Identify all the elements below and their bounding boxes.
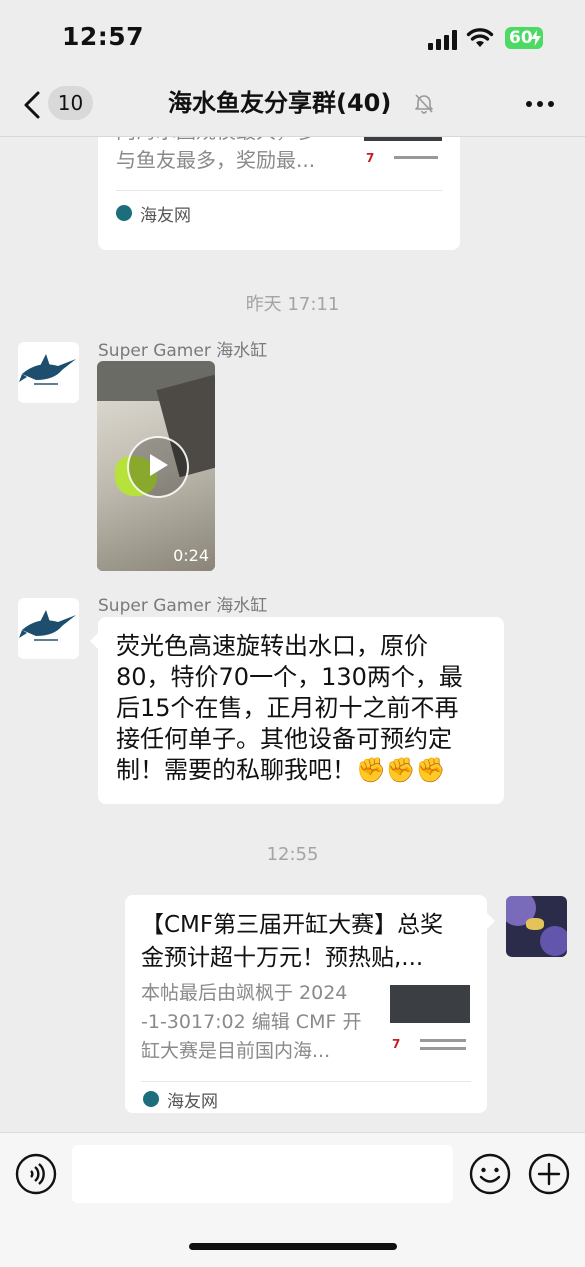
card-snippet-line2: 与鱼友最多，奖励最... [116,148,316,172]
unread-count-badge[interactable]: 10 [48,86,93,120]
card-desc-line1: 本帖最后由飒枫于 2024 [141,982,348,1004]
card-snippet-line1: 内海水圈规模最大，参 [116,137,316,146]
text-message-bubble[interactable]: 荧光色高速旋转出水口，原价 80，特价70一个，130两个，最 后15个在售，正… [90,617,504,804]
video-duration: 0:24 [173,546,209,565]
time-divider: 昨天 17:11 [245,294,340,315]
card-title-line1: 【CMF第三届开缸大赛】总奖 [141,912,444,938]
status-time: 12:57 [62,22,145,51]
message-line: 荧光色高速旋转出水口，原价 [116,632,428,660]
battery-indicator: 60 [505,27,543,49]
chat-header: 10 海水鱼友分享群(40) [0,80,585,137]
card-title-line2: 金预计超十万元！预热贴,... [141,945,424,971]
avatar[interactable] [18,598,79,659]
sender-name: Super Gamer 海水缸 [98,341,268,361]
avatar[interactable] [18,342,79,403]
my-avatar[interactable] [506,896,567,957]
source-logo-icon [143,1091,159,1107]
message-line: 80，特价70一个，130两个，最 [116,663,463,691]
card-source: 海友网 [167,1092,218,1112]
battery-level: 60 [509,28,533,48]
message-line: 接任何单子。其他设备可预约定 [116,725,452,753]
more-options-icon[interactable] [525,100,555,108]
cellular-signal-icon [428,30,457,50]
card-source: 海友网 [140,206,191,226]
charging-bolt-icon [531,30,541,46]
chat-title: 海水鱼友分享群(40) [168,89,392,117]
shared-link-card[interactable]: 内海水圈规模最大，参 与鱼友最多，奖励最... 7 海友网 [98,137,460,250]
card-thumbnail: 7 [364,137,442,169]
wifi-icon [466,28,494,47]
time-divider: 12:55 [266,844,319,865]
plus-icon[interactable] [528,1153,570,1195]
card-desc-line3: 缸大赛是目前国内海... [141,1040,331,1062]
card-thumbnail: 7 [390,985,470,1057]
message-input[interactable] [72,1145,453,1203]
message-line: 后15个在售，正月初十之前不再 [116,694,459,722]
video-message[interactable]: 0:24 [97,361,215,571]
sender-name: Super Gamer 海水缸 [98,596,268,616]
card-divider [116,190,442,191]
card-desc-line2: -1-3017:02 编辑 CMF 开 [141,1011,362,1033]
source-logo-icon [116,205,132,221]
message-list[interactable]: 内海水圈规模最大，参 与鱼友最多，奖励最... 7 海友网 昨天 17:11 S… [0,137,585,1132]
bubble-tail [90,633,98,649]
bubble-tail [487,913,495,929]
home-indicator[interactable] [189,1243,397,1250]
mute-bell-icon [415,94,433,114]
message-line: 制！需要的私聊我吧！✊✊✊ [116,756,446,784]
marlin-logo-icon [19,610,76,641]
voice-input-icon[interactable] [15,1153,57,1195]
play-icon[interactable] [127,436,189,498]
status-bar: 12:57 60 [0,0,585,80]
marlin-logo-icon [19,354,76,385]
back-chevron-icon[interactable] [18,90,46,120]
card-divider [141,1081,471,1082]
emoji-icon[interactable] [469,1153,511,1195]
shared-link-card[interactable]: 【CMF第三届开缸大赛】总奖 金预计超十万元！预热贴,... 本帖最后由飒枫于 … [125,895,495,1113]
